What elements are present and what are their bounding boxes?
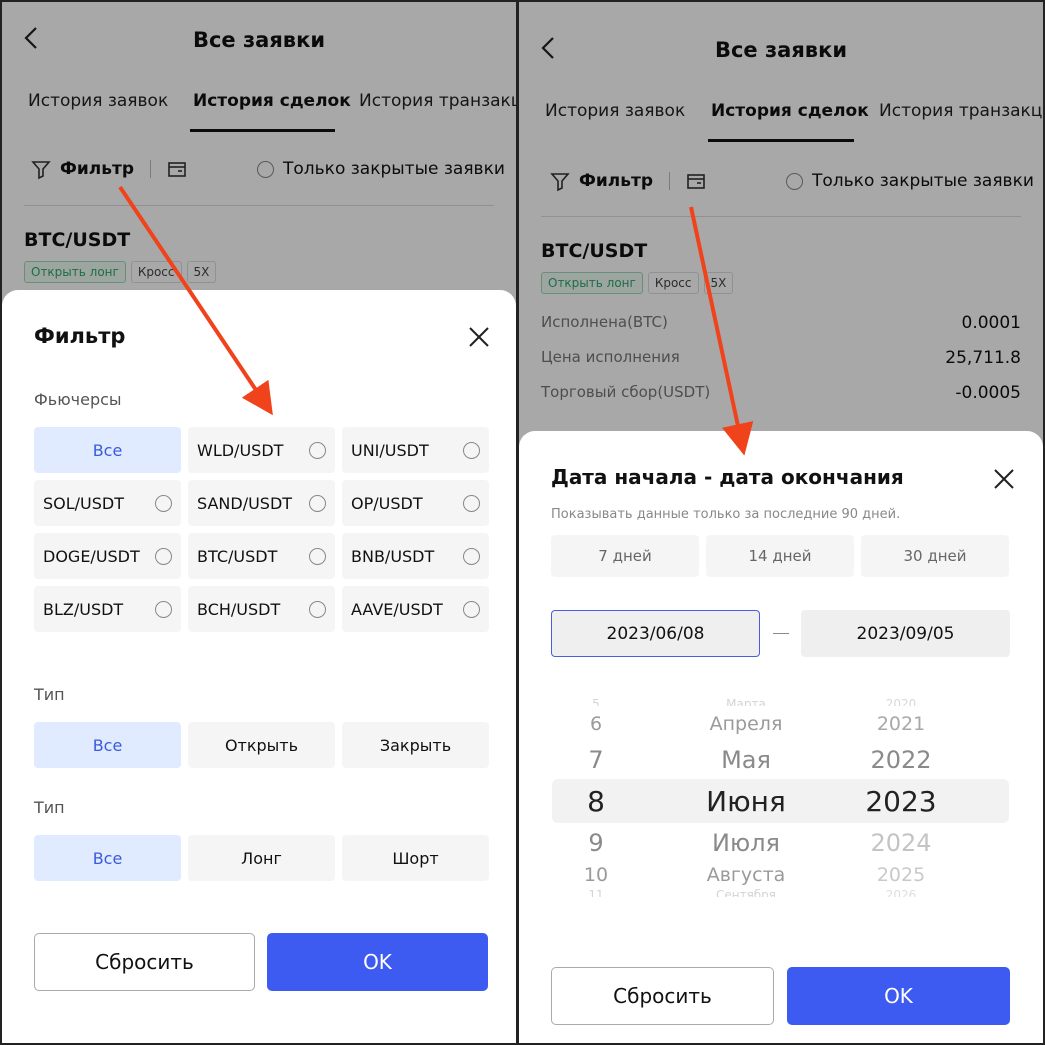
futures-option[interactable]: DOGE/USDT — [34, 533, 181, 579]
wheel-year-value[interactable]: 2026 — [841, 887, 961, 897]
wheel-month-value[interactable]: Апреля — [661, 713, 831, 736]
direction-option-all[interactable]: Все — [34, 835, 181, 881]
wheel-day-value[interactable]: 5 — [551, 696, 641, 706]
futures-grid: Все WLD/USDT UNI/USDT SOL/USDT SAND/USDT… — [34, 427, 489, 632]
option-radio — [155, 547, 172, 565]
date-picker-wheel[interactable]: 5 6 7 8 9 10 11 Марта Апреля Мая Июня Июля Августа Се… — [551, 691, 1011, 906]
wheel-month-value[interactable]: Сентября — [661, 887, 831, 897]
option-radio — [463, 547, 480, 565]
ok-button[interactable]: OK — [267, 933, 488, 991]
option-radio — [463, 494, 480, 512]
section-direction: Тип — [34, 798, 65, 817]
wheel-month-value[interactable]: Июля — [661, 829, 831, 857]
option-radio — [309, 600, 326, 618]
ok-button[interactable]: OK — [787, 967, 1010, 1025]
wheel-month-value[interactable]: Мая — [661, 746, 831, 774]
wheel-year-value[interactable]: 2021 — [841, 713, 961, 736]
wheel-year-value[interactable]: 2022 — [841, 746, 961, 774]
wheel-year-value[interactable]: 2023 — [841, 786, 961, 818]
date-range-sheet: Дата начала - дата окончания Показывать … — [519, 431, 1043, 1043]
direction-option-short[interactable]: Шорт — [342, 835, 489, 881]
futures-option[interactable]: OP/USDT — [342, 480, 489, 526]
option-radio — [463, 600, 480, 618]
wheel-day-value[interactable]: 8 — [551, 786, 641, 818]
futures-option[interactable]: BNB/USDT — [342, 533, 489, 579]
end-date-field[interactable]: 2023/09/05 — [801, 610, 1010, 657]
quick-7-days-button[interactable]: 7 дней — [551, 535, 699, 577]
wheel-day-value[interactable]: 11 — [551, 887, 641, 897]
wheel-year-value[interactable]: 2025 — [841, 864, 961, 887]
wheel-day-value[interactable]: 6 — [551, 713, 641, 736]
wheel-month-value[interactable]: Марта — [661, 696, 831, 706]
start-date-field[interactable]: 2023/06/08 — [551, 610, 760, 657]
wheel-day-value[interactable]: 9 — [551, 829, 641, 857]
reset-button[interactable]: Сбросить — [551, 967, 774, 1025]
type-option-close[interactable]: Закрыть — [342, 722, 489, 768]
futures-option[interactable]: AAVE/USDT — [342, 586, 489, 632]
wheel-day-value[interactable]: 7 — [551, 746, 641, 774]
wheel-day-value[interactable]: 10 — [551, 864, 641, 887]
reset-button[interactable]: Сбросить — [34, 933, 255, 991]
close-icon[interactable] — [468, 326, 490, 348]
type-option-all[interactable]: Все — [34, 722, 181, 768]
option-radio — [155, 494, 172, 512]
sheet-title: Фильтр — [34, 324, 126, 348]
type-grid: Все Открыть Закрыть — [34, 722, 489, 768]
section-type: Тип — [34, 685, 65, 704]
section-futures: Фьючерсы — [34, 390, 122, 409]
direction-grid: Все Лонг Шорт — [34, 835, 489, 881]
futures-option[interactable]: UNI/USDT — [342, 427, 489, 473]
date-range-dash — [773, 633, 789, 634]
wheel-year-value[interactable]: 2024 — [841, 829, 961, 857]
futures-option[interactable]: BLZ/USDT — [34, 586, 181, 632]
option-radio — [309, 494, 326, 512]
futures-option[interactable]: WLD/USDT — [188, 427, 335, 473]
quick-14-days-button[interactable]: 14 дней — [706, 535, 854, 577]
futures-option[interactable]: SOL/USDT — [34, 480, 181, 526]
futures-option-all[interactable]: Все — [34, 427, 181, 473]
direction-option-long[interactable]: Лонг — [188, 835, 335, 881]
wheel-month-value[interactable]: Августа — [661, 864, 831, 887]
option-radio — [309, 441, 326, 459]
quick-30-days-button[interactable]: 30 дней — [861, 535, 1009, 577]
option-radio — [463, 441, 480, 459]
filter-sheet: Фильтр Фьючерсы Все WLD/USDT UNI/USDT SO… — [2, 290, 516, 1043]
futures-option[interactable]: BCH/USDT — [188, 586, 335, 632]
wheel-year-value[interactable]: 2020 — [841, 696, 961, 706]
type-option-open[interactable]: Открыть — [188, 722, 335, 768]
option-radio — [155, 600, 172, 618]
quick-range-buttons: 7 дней 14 дней 30 дней — [551, 535, 1009, 577]
right-screen: Все заявки История заявок История сделок… — [518, 0, 1045, 1045]
option-radio — [309, 547, 326, 565]
left-screen: Все заявки История заявок История сделок… — [0, 0, 518, 1045]
wheel-month-value[interactable]: Июня — [661, 786, 831, 818]
sheet-title: Дата начала - дата окончания — [551, 465, 904, 489]
range-hint: Показывать данные только за последние 90… — [551, 507, 901, 522]
futures-option[interactable]: BTC/USDT — [188, 533, 335, 579]
close-icon[interactable] — [993, 468, 1015, 490]
futures-option[interactable]: SAND/USDT — [188, 480, 335, 526]
